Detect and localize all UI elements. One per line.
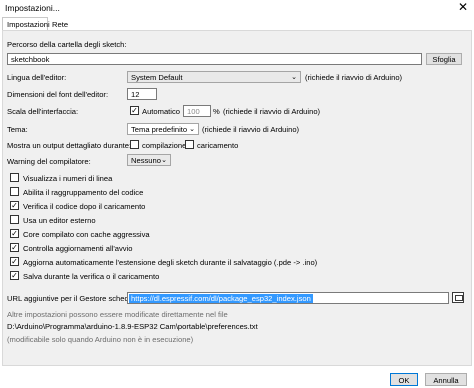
font-size-input[interactable]: 12 xyxy=(127,88,157,100)
tab-bar: Impostazioni Rete xyxy=(0,17,474,32)
preferences-path: D:\Arduino\Programma\arduino-1.8.9-ESP32… xyxy=(7,322,258,331)
sketchbook-label: Percorso della cartella degli sketch: xyxy=(7,40,127,49)
check-icon: ✓ xyxy=(11,257,18,266)
verbose-upload-checkbox[interactable] xyxy=(185,140,194,149)
scale-label: Scala dell'interfaccia: xyxy=(7,107,79,116)
browse-button[interactable]: Sfoglia xyxy=(426,53,462,65)
auto-scale-checkbox[interactable]: ✓ xyxy=(130,106,139,115)
close-icon[interactable]: ✕ xyxy=(458,1,468,13)
boards-url-value: https://dl.espressif.com/dl/package_esp3… xyxy=(129,294,313,303)
scale-input[interactable]: 100 xyxy=(183,105,211,117)
chevron-down-icon: ⌄ xyxy=(291,74,297,81)
option-label: Salva durante la verifica o il caricamen… xyxy=(23,272,160,281)
check-icon: ✓ xyxy=(11,229,18,238)
theme-note: (richiede il riavvio di Arduino) xyxy=(202,125,300,134)
language-note: (richiede il riavvio di Arduino) xyxy=(305,73,403,82)
font-size-label: Dimensioni del font dell'editor: xyxy=(7,90,109,99)
option-checkbox[interactable] xyxy=(10,187,19,196)
verbose-upload-label: caricamento xyxy=(197,141,239,150)
verbose-compile-checkbox[interactable] xyxy=(130,140,139,149)
language-value: System Default xyxy=(131,73,183,82)
option-label: Aggiorna automaticamente l'estensione de… xyxy=(23,258,318,267)
option-checkbox[interactable]: ✓ xyxy=(10,271,19,280)
language-label: Lingua dell'editor: xyxy=(7,73,67,82)
chevron-down-icon: ⌄ xyxy=(189,126,195,133)
theme-label: Tema: xyxy=(7,125,28,134)
window-title: Impostazioni... xyxy=(5,3,60,13)
info-text: Altre impostazioni possono essere modifi… xyxy=(7,310,228,319)
warnings-label: Warning del compilatore: xyxy=(7,157,91,166)
theme-value: Tema predefinito xyxy=(131,125,188,134)
option-label: Visualizza i numeri di linea xyxy=(23,174,113,183)
info-note: (modificabile solo quando Arduino non è … xyxy=(7,335,194,344)
warnings-select[interactable]: Nessuno ⌄ xyxy=(127,154,171,166)
theme-select[interactable]: Tema predefinito ⌄ xyxy=(127,123,199,135)
verbose-label: Mostra un output dettagliato durante: xyxy=(7,141,132,150)
cancel-button[interactable]: Annulla xyxy=(425,373,467,386)
check-icon: ✓ xyxy=(11,271,18,280)
verbose-compile-label: compilazione xyxy=(142,141,187,150)
boards-url-input[interactable]: https://dl.espressif.com/dl/package_esp3… xyxy=(127,292,449,304)
check-icon: ✓ xyxy=(11,201,18,210)
option-checkbox[interactable]: ✓ xyxy=(10,229,19,238)
option-label: Controlla aggiornamenti all'avvio xyxy=(23,244,133,253)
warnings-value: Nessuno xyxy=(131,156,161,165)
sketchbook-path-input[interactable]: sketchbook xyxy=(7,53,422,65)
option-label: Abilita il raggruppamento del codice xyxy=(23,188,144,197)
check-icon: ✓ xyxy=(131,106,138,115)
option-checkbox[interactable]: ✓ xyxy=(10,257,19,266)
option-checkbox[interactable] xyxy=(10,215,19,224)
window-icon[interactable] xyxy=(452,292,464,303)
title-bar: Impostazioni... ✕ xyxy=(0,0,474,16)
option-label: Usa un editor esterno xyxy=(23,216,96,225)
ok-button[interactable]: OK xyxy=(390,373,418,386)
boards-url-label: URL aggiuntive per il Gestore schede: xyxy=(7,294,136,303)
percent-label: % xyxy=(213,107,220,116)
option-label: Verifica il codice dopo il caricamento xyxy=(23,202,146,211)
auto-scale-label: Automatico xyxy=(142,107,180,116)
option-checkbox[interactable]: ✓ xyxy=(10,243,19,252)
settings-panel: Percorso della cartella degli sketch: sk… xyxy=(2,30,472,366)
check-icon: ✓ xyxy=(11,243,18,252)
chevron-down-icon: ⌄ xyxy=(161,157,167,164)
language-select[interactable]: System Default ⌄ xyxy=(127,71,301,83)
option-checkbox[interactable] xyxy=(10,173,19,182)
scale-note: (richiede il riavvio di Arduino) xyxy=(223,107,321,116)
option-label: Core compilato con cache aggressiva xyxy=(23,230,150,239)
option-checkbox[interactable]: ✓ xyxy=(10,201,19,210)
